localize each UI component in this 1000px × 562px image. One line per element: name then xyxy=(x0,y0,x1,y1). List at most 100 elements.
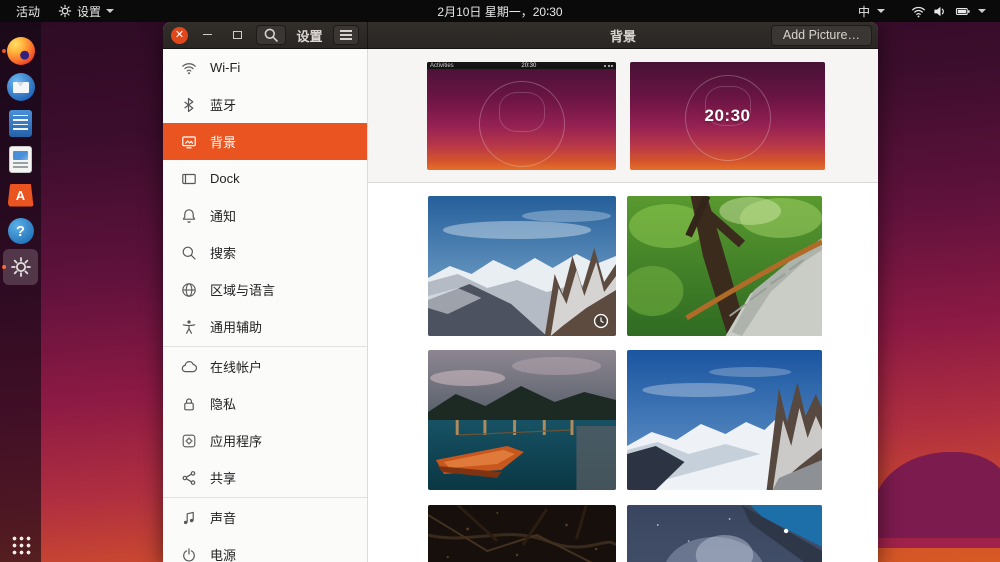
wifi-icon xyxy=(181,60,197,76)
help-icon xyxy=(8,218,34,244)
desktop-mountain-ridge xyxy=(872,538,1000,548)
app-menu-label: 设置 xyxy=(77,3,101,20)
dock-show-applications-icon[interactable] xyxy=(0,528,41,562)
sidebar-item-dock[interactable]: Dock xyxy=(163,160,367,197)
sidebar-item-label: 背景 xyxy=(210,132,236,151)
sidebar-item-notifications[interactable]: 通知 xyxy=(163,197,367,234)
lock-icon xyxy=(181,396,197,412)
dock-ubuntu-software-icon[interactable] xyxy=(0,177,41,213)
sidebar-item-privacy[interactable]: 隐私 xyxy=(163,385,367,422)
sidebar-item-label: 共享 xyxy=(210,468,236,487)
app-grid-icon xyxy=(11,535,31,555)
preview-top-bar: Activities 20∶30 xyxy=(427,62,616,69)
sidebar-item-wifi[interactable]: Wi-Fi xyxy=(163,49,367,86)
sidebar-item-background[interactable]: 背景 xyxy=(163,123,367,160)
sidebar-item-label: 应用程序 xyxy=(210,431,262,450)
caret-down-icon xyxy=(106,9,114,13)
search-icon xyxy=(263,27,279,43)
add-picture-button[interactable]: Add Picture… xyxy=(771,25,872,46)
globe-icon xyxy=(181,282,197,298)
sidebar-item-label: 在线帐户 xyxy=(210,357,262,376)
input-method-indicator[interactable]: 中 xyxy=(858,3,885,20)
sidebar-separator xyxy=(163,346,367,347)
dock-help-icon[interactable] xyxy=(0,213,41,249)
dock-icon xyxy=(181,171,197,187)
background-settings-panel: Activities 20∶30 20:30 xyxy=(368,49,878,562)
preview-status-icons xyxy=(604,65,613,67)
sidebar-item-sharing[interactable]: 共享 xyxy=(163,459,367,496)
lock-screen-preview: 20:30 xyxy=(630,62,825,170)
headerbar-left: ✕ 设置 xyxy=(163,22,368,48)
sidebar-item-power[interactable]: 电源 xyxy=(163,536,367,562)
sidebar-item-universal-access[interactable]: 通用辅助 xyxy=(163,308,367,345)
search-button[interactable] xyxy=(256,25,286,45)
sidebar-item-label: 电源 xyxy=(210,545,236,562)
wifi-icon xyxy=(911,4,926,19)
wallpaper-thumbnail-dark-rock[interactable] xyxy=(428,505,616,562)
sidebar-item-online-accounts[interactable]: 在线帐户 xyxy=(163,348,367,385)
sidebar-item-applications[interactable]: 应用程序 xyxy=(163,422,367,459)
sidebar-item-label: 声音 xyxy=(210,508,236,527)
clock[interactable]: 2月10日 星期一，20∶30 xyxy=(0,3,1000,20)
preview-section: Activities 20∶30 20:30 xyxy=(368,49,878,183)
sidebar-item-region-language[interactable]: 区域与语言 xyxy=(163,271,367,308)
sidebar-item-label: Dock xyxy=(210,171,240,186)
maximize-button[interactable] xyxy=(226,31,248,39)
sidebar-item-bluetooth[interactable]: 蓝牙 xyxy=(163,86,367,123)
preview-clock: 20∶30 xyxy=(521,62,536,69)
wallpaper-thumbnail-boat-lake[interactable] xyxy=(428,350,616,490)
headerbar-right: 背景 Add Picture… xyxy=(368,22,878,48)
system-status-area[interactable] xyxy=(911,4,986,19)
sidebar-item-search[interactable]: 搜索 xyxy=(163,234,367,271)
activities-button[interactable]: 活动 xyxy=(16,3,40,20)
dock-libreoffice-impress-icon[interactable] xyxy=(0,141,41,177)
bell-icon xyxy=(181,208,197,224)
background-icon xyxy=(181,134,197,150)
input-method-label: 中 xyxy=(858,3,870,20)
window-headerbar: ✕ 设置 背景 Add Picture… xyxy=(163,22,878,49)
dock-firefox-icon[interactable] xyxy=(0,33,41,69)
volume-icon xyxy=(933,4,948,19)
lock-screen-time: 20:30 xyxy=(630,106,825,126)
menu-button[interactable] xyxy=(333,25,359,45)
writer-icon xyxy=(9,110,32,137)
sidebar-item-label: 通知 xyxy=(210,206,236,225)
app-menu[interactable]: 设置 xyxy=(58,3,114,20)
search-icon xyxy=(181,245,197,261)
top-bar: 活动 设置 2月10日 星期一，20∶30 中 xyxy=(0,0,1000,22)
cloud-icon xyxy=(181,359,197,375)
wallpaper-mascot-outline xyxy=(479,81,565,167)
caret-down-icon xyxy=(877,9,885,13)
share-icon xyxy=(181,470,197,486)
applications-icon xyxy=(181,433,197,449)
window-title: 设置 xyxy=(294,26,325,45)
clock-badge-icon xyxy=(593,313,609,329)
bluetooth-icon xyxy=(181,97,197,113)
settings-window: ✕ 设置 背景 Add Picture… Wi-Fi 蓝牙 xyxy=(163,22,878,562)
sidebar-item-label: 隐私 xyxy=(210,394,236,413)
impress-icon xyxy=(9,146,32,173)
sidebar-item-label: 蓝牙 xyxy=(210,95,236,114)
thunderbird-icon xyxy=(7,73,35,101)
firefox-icon xyxy=(7,37,35,65)
sidebar-item-label: 通用辅助 xyxy=(210,317,262,336)
sidebar-item-label: 搜索 xyxy=(210,243,236,262)
wallpaper-thumbnail-night-sky[interactable] xyxy=(627,505,822,562)
wallpaper-thumbnail-tree-walkway[interactable] xyxy=(627,196,822,336)
dock-thunderbird-icon[interactable] xyxy=(0,69,41,105)
sidebar-item-label: 区域与语言 xyxy=(210,280,275,299)
hamburger-icon xyxy=(340,30,352,40)
settings-sidebar: Wi-Fi 蓝牙 背景 Dock 通知 搜索 区域与语言 通用辅助 xyxy=(163,49,368,562)
desktop-mountain-silhouette xyxy=(872,452,1000,548)
settings-gear-icon xyxy=(10,256,32,278)
wallpaper-thumbnail-snow-mountains[interactable] xyxy=(627,350,822,490)
sound-icon xyxy=(181,510,197,526)
dock-libreoffice-writer-icon[interactable] xyxy=(0,105,41,141)
preview-activities-label: Activities xyxy=(430,63,454,69)
close-button[interactable]: ✕ xyxy=(171,27,188,44)
minimize-button[interactable] xyxy=(196,26,218,44)
wallpaper-thumbnail-snowy-peaks[interactable] xyxy=(428,196,616,336)
dock-settings-icon[interactable] xyxy=(0,249,41,285)
sidebar-item-sound[interactable]: 声音 xyxy=(163,499,367,536)
battery-icon xyxy=(955,4,971,19)
